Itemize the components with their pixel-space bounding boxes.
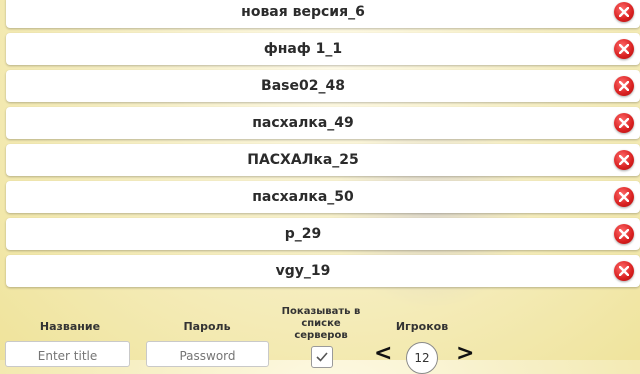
delete-server-button[interactable] bbox=[614, 224, 634, 244]
server-name: ПАСХАЛка_25 bbox=[247, 152, 359, 168]
close-icon bbox=[619, 44, 629, 54]
password-label: Пароль bbox=[183, 320, 231, 333]
show-in-list-label: Показывать в списке серверов bbox=[281, 306, 361, 341]
server-row[interactable]: vgy_19 bbox=[6, 255, 640, 287]
server-name: vgy_19 bbox=[275, 263, 331, 279]
server-name: пасхалка_49 bbox=[252, 115, 354, 131]
close-icon bbox=[619, 229, 629, 239]
server-row[interactable]: фнаф 1_1 bbox=[6, 33, 640, 65]
name-label: Название bbox=[39, 320, 101, 333]
players-count: 12 bbox=[406, 342, 438, 374]
server-row[interactable]: Base02_48 bbox=[6, 70, 640, 102]
delete-server-button[interactable] bbox=[614, 39, 634, 59]
password-input[interactable] bbox=[146, 341, 269, 367]
server-name: пасхалка_50 bbox=[252, 189, 354, 205]
server-row[interactable]: пасхалка_49 bbox=[6, 107, 640, 139]
close-icon bbox=[619, 118, 629, 128]
delete-server-button[interactable] bbox=[614, 2, 634, 22]
server-row[interactable]: пасхалка_50 bbox=[6, 181, 640, 213]
delete-server-button[interactable] bbox=[614, 113, 634, 133]
server-row[interactable]: ПАСХАЛка_25 bbox=[6, 144, 640, 176]
delete-server-button[interactable] bbox=[614, 187, 634, 207]
close-icon bbox=[619, 155, 629, 165]
delete-server-button[interactable] bbox=[614, 261, 634, 281]
close-icon bbox=[619, 192, 629, 202]
players-label: Игроков bbox=[395, 320, 449, 333]
chevron-right-icon[interactable]: > bbox=[456, 341, 474, 366]
server-name: фнаф 1_1 bbox=[263, 41, 343, 57]
server-name: Base02_48 bbox=[261, 78, 345, 94]
server-name: новая версия_6 bbox=[241, 4, 365, 20]
delete-server-button[interactable] bbox=[614, 76, 634, 96]
server-row[interactable]: p_29 bbox=[6, 218, 640, 250]
checkmark-icon bbox=[316, 352, 328, 362]
title-input[interactable] bbox=[5, 341, 130, 367]
show-in-list-checkbox[interactable] bbox=[311, 346, 333, 368]
server-row[interactable]: новая версия_6 bbox=[6, 0, 640, 28]
chevron-left-icon[interactable]: < bbox=[374, 341, 392, 366]
close-icon bbox=[619, 266, 629, 276]
delete-server-button[interactable] bbox=[614, 150, 634, 170]
server-name: p_29 bbox=[284, 226, 322, 242]
close-icon bbox=[619, 7, 629, 17]
close-icon bbox=[619, 81, 629, 91]
